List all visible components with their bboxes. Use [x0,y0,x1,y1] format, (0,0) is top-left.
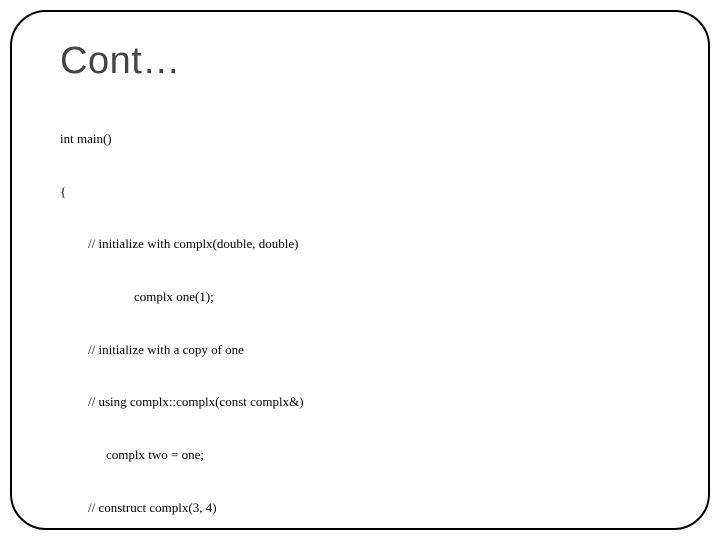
code-line: complx one(1); [134,288,660,306]
code-line: // construct complx(3, 4) [88,499,660,517]
code-block: int main() { // initialize with complx(d… [60,95,660,530]
code-line: // initialize with complx(double, double… [88,235,660,253]
slide-frame: Cont… int main() { // initialize with co… [10,10,710,530]
slide-title: Cont… [60,40,660,83]
code-line: { [60,183,660,201]
code-line: complx two = one; [106,446,660,464]
code-line: // initialize with a copy of one [88,341,660,359]
code-line: int main() [60,130,660,148]
code-line: // using complx::complx(const complx&) [88,393,660,411]
